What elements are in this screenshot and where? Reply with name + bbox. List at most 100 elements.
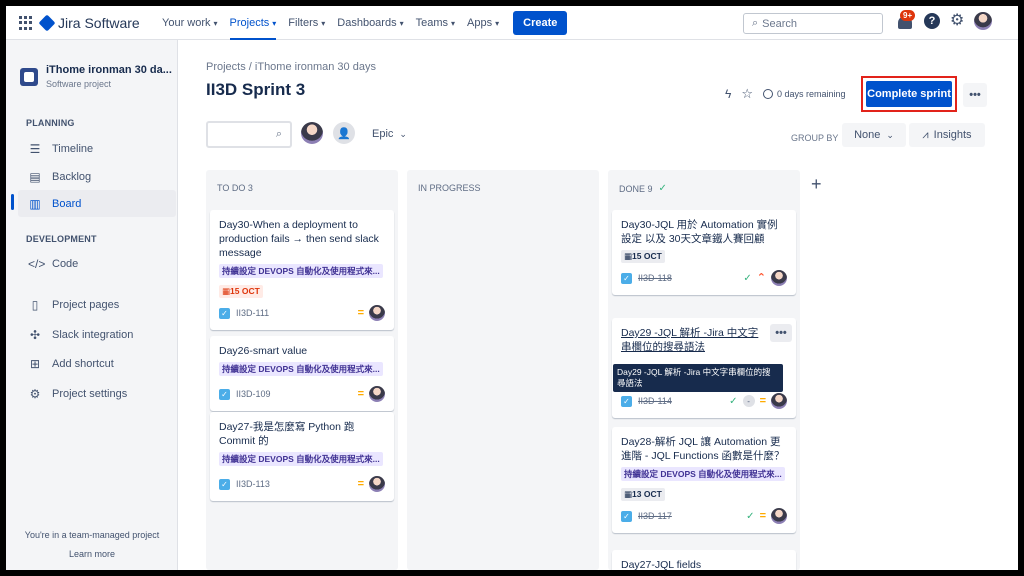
nav-teams[interactable]: Teams ▾ [416,6,455,40]
priority-medium-icon: = [357,306,364,319]
issue-key[interactable]: II3D-113 [236,479,270,489]
card-meta: ✓ ⌃ [743,270,787,286]
issue-card[interactable]: Day27-我是怎麼寫 Python 跑 Commit 的 持續設定 DEVOP… [210,412,394,501]
priority-medium-icon: = [357,387,364,400]
sidebar-item-add-shortcut[interactable]: ⊞ Add shortcut [18,350,176,377]
section-development: DEVELOPMENT [26,234,97,244]
issue-key[interactable]: II3D-114 [638,396,672,406]
issue-key[interactable]: II3D-117 [638,511,672,521]
project-header[interactable]: iThome ironman 30 da... Software project [20,64,172,89]
card-meta: = [358,305,385,321]
app-switcher-icon[interactable] [19,16,33,30]
group-by-value: None [854,129,881,141]
card-footer: ✓ II3D-111 = [219,304,385,322]
sidebar-item-slack[interactable]: ✣ Slack integration [18,321,176,348]
issue-card[interactable]: Day26-smart value 持續設定 DEVOPS 自動化及使用程式來.… [210,336,394,411]
task-type-icon: ✓ [621,395,632,407]
nav-apps[interactable]: Apps ▾ [467,6,499,40]
assignee-filter-avatar[interactable] [301,122,323,144]
epic-filter-label: Epic [372,128,394,140]
chevron-down-icon: ⌄ [399,128,407,139]
nav-filters[interactable]: Filters ▾ [288,6,325,40]
calendar-icon: ▦ [222,286,231,296]
timeline-icon: ☰ [29,141,41,156]
issue-card[interactable]: Day30-JQL 用於 Automation 實例設定 以及 30天文章鐵人賽… [612,210,796,295]
sidebar-item-board[interactable]: ▥ Board [18,190,176,217]
search-input[interactable]: ⌕ Search [743,13,883,34]
task-type-icon: ✓ [219,388,230,400]
chevron-down-icon: ▾ [495,18,500,28]
card-title: Day30-When a deployment to production fa… [219,219,379,259]
add-people-icon[interactable]: 👤 [333,122,355,144]
insights-button[interactable]: ⩘ Insights [909,123,985,147]
complete-sprint-highlight: Complete sprint [861,76,957,112]
jira-logo[interactable]: Jira Software [38,14,140,32]
nav-projects[interactable]: Projects ▾ [229,6,276,40]
sidebar-item-project-pages[interactable]: ▯ Project pages [18,291,176,318]
issue-key[interactable]: II3D-109 [236,389,271,399]
sidebar-item-backlog[interactable]: ▤ Backlog [18,163,176,190]
app-window: Jira Software Your work ▾ Projects ▾ Filte… [6,6,1018,570]
lightning-icon[interactable]: ϟ [725,87,731,101]
assignee-avatar[interactable] [771,270,787,286]
sidebar-item-label: Board [52,197,82,210]
estimate-badge: - [742,395,755,407]
learn-more-link[interactable]: Learn more [6,549,178,559]
create-button[interactable]: Create [513,11,568,35]
chevron-down-icon: ⌄ [886,129,894,140]
issue-card[interactable]: Day27-JQL fields [612,550,796,570]
user-avatar[interactable] [974,12,993,30]
sidebar-item-label: Project pages [52,298,120,311]
nav-dashboards[interactable]: Dashboards ▾ [337,6,403,40]
notifications-button[interactable]: 9+ [896,10,916,30]
gear-icon[interactable]: ⚙ [950,13,964,29]
sidebar-item-code[interactable]: </> Code [18,250,176,277]
epic-filter[interactable]: Epic ⌄ [372,128,407,140]
sidebar-item-settings[interactable]: ⚙ Project settings [18,380,176,407]
sprint-remaining: 0 days remaining [763,89,846,99]
page-icon: ▯ [31,297,39,312]
card-title[interactable]: Day29 -JQL 解析 -Jira 中文字串欄位的搜尋語法 [621,326,787,354]
card-meta: ✓ = [746,508,787,524]
card-more-button[interactable]: ••• [770,324,792,342]
sidebar-item-timeline[interactable]: ☰ Timeline [18,135,176,162]
page-title: II3D Sprint 3 [206,80,306,99]
project-name: iThome ironman 30 da... [46,64,172,76]
column-title: TO DO 3 [217,183,253,193]
card-meta: = [358,386,385,402]
header-actions: ϟ ☆ 0 days remaining [725,86,846,102]
add-column-button[interactable]: + [811,174,822,195]
card-footer: ✓ II3D-118 ✓ ⌃ [621,269,787,287]
card-footer: ✓ II3D-109 = [219,385,385,403]
top-actions: 9+ ? ⚙ [896,10,993,30]
issue-card[interactable]: Day30-When a deployment to production fa… [210,210,394,330]
assignee-avatar[interactable] [369,386,385,402]
breadcrumb[interactable]: Projects / iThome ironman 30 days [206,61,376,73]
issue-card[interactable]: Day28-解析 JQL 讓 Automation 更進階 - JQL Func… [612,427,796,533]
task-type-icon: ✓ [219,478,230,490]
column-in-progress: IN PROGRESS [407,170,599,570]
assignee-avatar[interactable] [369,476,385,492]
epic-lozenge: 持續設定 DEVOPS 自動化及使用程式來... [219,452,383,466]
group-by-select[interactable]: None ⌄ [842,123,906,147]
assignee-avatar[interactable] [771,508,787,524]
complete-sprint-button[interactable]: Complete sprint [866,81,952,107]
column-header[interactable]: TO DO 3 [217,183,253,193]
board-search-input[interactable]: ⌕ [206,121,292,148]
help-icon[interactable]: ? [924,13,940,29]
card-title: Day27-我是怎麼寫 Python 跑 Commit 的 [219,421,355,447]
star-icon[interactable]: ☆ [741,86,753,102]
assignee-avatar[interactable] [369,305,385,321]
task-type-icon: ✓ [621,272,632,284]
assignee-avatar[interactable] [771,393,787,409]
due-date-badge: ▦13 OCT [621,488,665,501]
active-indicator [11,194,14,210]
issue-key[interactable]: II3D-111 [236,308,269,318]
due-date-text: 15 OCT [632,251,662,261]
issue-key[interactable]: II3D-118 [638,273,672,283]
column-header[interactable]: DONE 9 ✓ [619,183,667,194]
column-header[interactable]: IN PROGRESS [418,183,481,193]
more-actions-button[interactable]: ••• [963,83,987,107]
priority-high-icon: ⌃ [756,271,766,284]
nav-your-work[interactable]: Your work ▾ [162,6,218,40]
